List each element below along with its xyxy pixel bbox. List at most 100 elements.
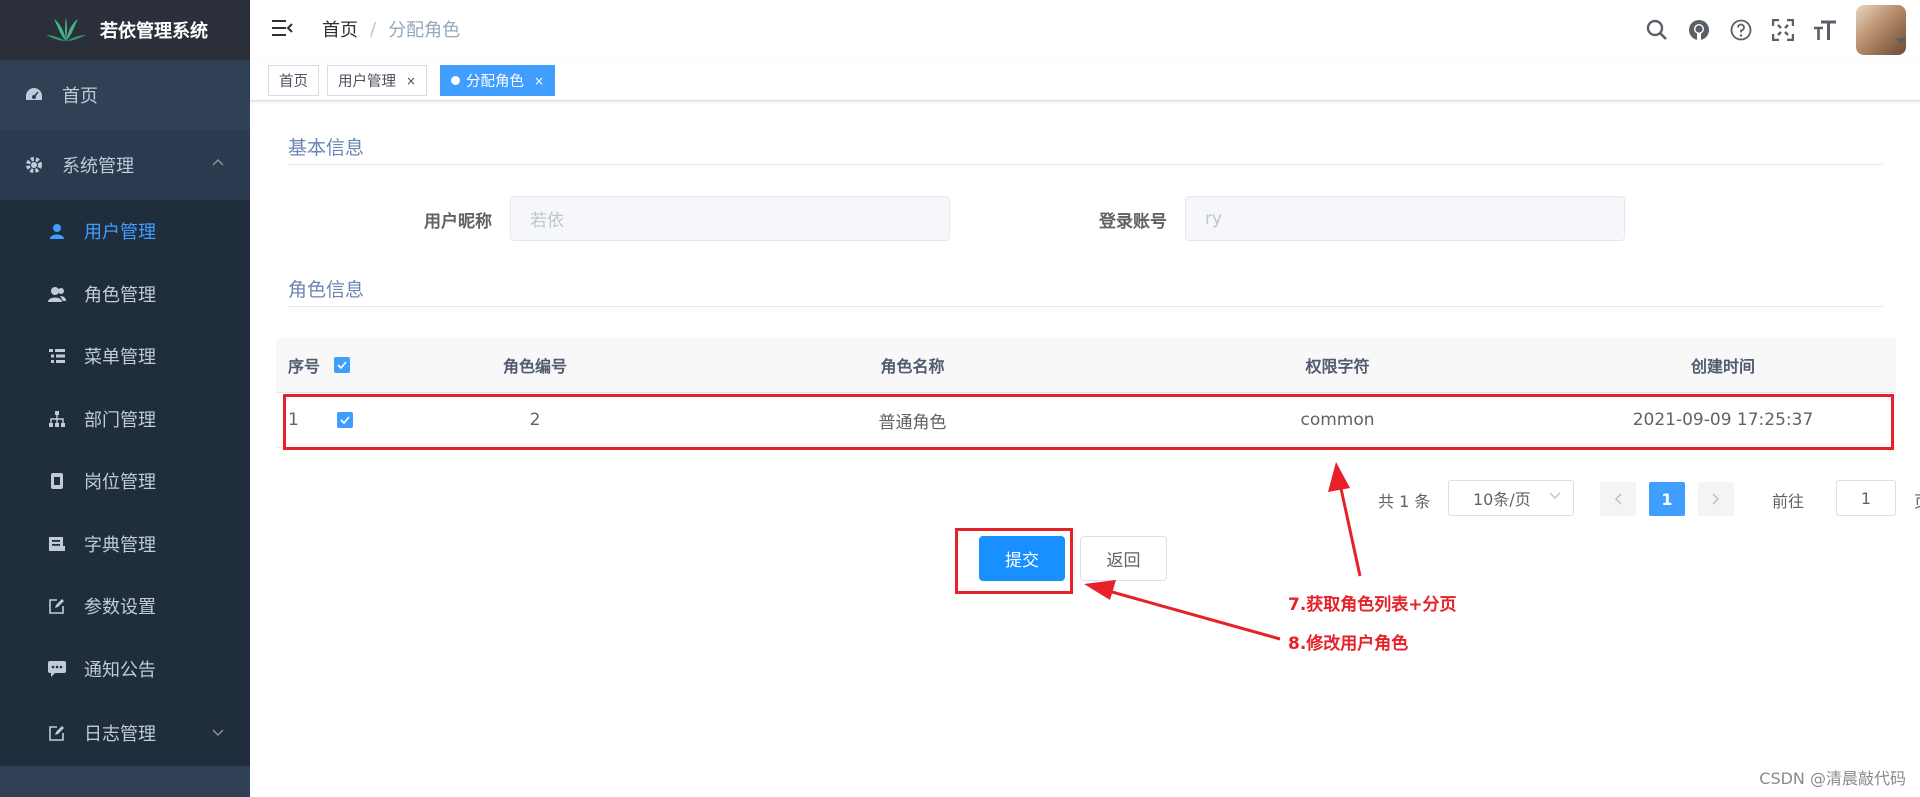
main-content: 基本信息 用户昵称 若依 登录账号 ry 角色信息 序号 角色编号 角色名称 权… xyxy=(250,102,1920,797)
next-page-button[interactable] xyxy=(1698,482,1734,516)
search-icon[interactable] xyxy=(1636,0,1678,60)
nickname-label: 用户昵称 xyxy=(424,212,492,232)
page-label: 页 xyxy=(1914,488,1920,512)
edit-icon xyxy=(48,597,66,615)
sidebar-item-system[interactable]: 系统管理 xyxy=(0,130,250,200)
account-input[interactable]: ry xyxy=(1185,196,1625,241)
sidebar-item-dict[interactable]: 字典管理 xyxy=(0,513,250,576)
sidebar-item-label: 用户管理 xyxy=(84,222,156,244)
page-size-select[interactable]: 10条/页 xyxy=(1448,480,1574,516)
app-title: 若依管理系统 xyxy=(100,21,208,42)
basic-info-title: 基本信息 xyxy=(288,137,365,159)
system-icon xyxy=(24,155,44,175)
sidebar-item-label: 通知公告 xyxy=(84,659,156,681)
annotation-arrow-8 xyxy=(1084,580,1281,641)
dashboard-icon xyxy=(24,85,44,105)
page-number-button[interactable]: 1 xyxy=(1649,482,1685,516)
sidebar-item-post[interactable]: 岗位管理 xyxy=(0,450,250,513)
page-size-value: 10条/页 xyxy=(1473,490,1531,509)
nickname-input[interactable]: 若依 xyxy=(510,196,950,241)
close-icon[interactable]: × xyxy=(534,74,544,88)
back-button[interactable]: 返回 xyxy=(1080,536,1167,581)
active-dot xyxy=(451,76,460,85)
sidebar-item-log[interactable]: 日志管理 xyxy=(0,700,250,766)
divider xyxy=(288,306,1883,307)
sidebar-item-label: 部门管理 xyxy=(84,409,156,431)
tag-label: 分配角色 xyxy=(466,74,524,90)
chevron-down-icon xyxy=(1549,492,1561,499)
navbar: 首页 / 分配角色 xyxy=(250,0,1920,60)
breadcrumb: 首页 / 分配角色 xyxy=(322,16,460,42)
select-all-checkbox[interactable] xyxy=(334,357,370,373)
tag-label: 用户管理 xyxy=(338,74,396,90)
caret-down-icon[interactable] xyxy=(1896,38,1906,44)
account-label: 登录账号 xyxy=(1099,212,1167,232)
role-info-title: 角色信息 xyxy=(288,279,365,301)
annotation-highlight-row xyxy=(283,394,1894,450)
peoples-icon xyxy=(48,285,66,303)
sidebar-item-user[interactable]: 用户管理 xyxy=(0,200,250,263)
sidebar-logo[interactable]: 若依管理系统 xyxy=(0,0,250,60)
right-menu xyxy=(1636,0,1920,60)
sidebar-item-notice[interactable]: 通知公告 xyxy=(0,638,250,701)
col-role-key: 权限字符 xyxy=(1305,357,1370,376)
dict-icon xyxy=(48,535,66,553)
sidebar-item-label: 首页 xyxy=(62,86,98,107)
breadcrumb-home[interactable]: 首页 xyxy=(322,16,358,42)
col-index: 序号 xyxy=(288,357,321,376)
avatar[interactable] xyxy=(1856,5,1906,55)
tree-icon xyxy=(48,410,66,428)
annotation-8: 8.修改用户角色 xyxy=(1288,634,1409,654)
post-icon xyxy=(48,472,66,490)
col-role-code: 角色编号 xyxy=(502,357,567,376)
sidebar-item-label: 参数设置 xyxy=(84,597,156,619)
sidebar: 若依管理系统 首页 系统管理 用户管理 角色管理 菜单管理 部门管理 岗位管理 … xyxy=(0,0,250,797)
sidebar-item-label: 岗位管理 xyxy=(84,472,156,494)
sidebar-item-label: 系统管理 xyxy=(62,156,134,177)
question-icon[interactable] xyxy=(1720,0,1762,60)
check-icon xyxy=(334,357,350,373)
prev-page-button[interactable] xyxy=(1600,482,1636,516)
table-header: 序号 角色编号 角色名称 权限字符 创建时间 xyxy=(276,338,1896,393)
sidebar-next-item[interactable] xyxy=(0,770,250,797)
sidebar-item-home[interactable]: 首页 xyxy=(0,60,250,130)
sidebar-item-label: 日志管理 xyxy=(84,724,156,745)
pagination-total: 共 1 条 xyxy=(1378,492,1431,511)
annotation-highlight-button xyxy=(955,528,1073,594)
tags-view: 首页 用户管理 × 分配角色 × xyxy=(250,60,1920,101)
sidebar-item-label: 菜单管理 xyxy=(84,347,156,369)
chevron-right-icon xyxy=(1712,493,1720,505)
col-create-time: 创建时间 xyxy=(1690,357,1755,376)
annotation-7: 7.获取角色列表+分页 xyxy=(1288,595,1457,615)
breadcrumb-current: 分配角色 xyxy=(388,20,461,41)
sidebar-item-config[interactable]: 参数设置 xyxy=(0,575,250,638)
github-icon[interactable] xyxy=(1678,0,1720,60)
hamburger-icon[interactable] xyxy=(270,16,294,40)
divider xyxy=(288,164,1883,165)
sidebar-item-dept[interactable]: 部门管理 xyxy=(0,388,250,451)
sidebar-item-role[interactable]: 角色管理 xyxy=(0,263,250,326)
tree-table-icon xyxy=(48,347,66,365)
tag-user-management[interactable]: 用户管理 × xyxy=(327,65,428,96)
watermark: CSDN @清晨敲代码 xyxy=(1759,769,1906,788)
goto-page-input[interactable]: 1 xyxy=(1836,480,1896,516)
sidebar-item-menu[interactable]: 菜单管理 xyxy=(0,325,250,388)
user-icon xyxy=(48,222,66,240)
chevron-down-icon xyxy=(212,729,224,736)
log-icon xyxy=(48,724,66,742)
font-size-icon[interactable] xyxy=(1804,0,1846,60)
chevron-left-icon xyxy=(1614,493,1622,505)
fullscreen-icon[interactable] xyxy=(1762,0,1804,60)
system-submenu: 用户管理 角色管理 菜单管理 部门管理 岗位管理 字典管理 参数设置 通知公告 xyxy=(0,200,250,766)
col-role-name: 角色名称 xyxy=(880,357,945,376)
tag-home[interactable]: 首页 xyxy=(268,65,319,96)
sidebar-item-label: 角色管理 xyxy=(84,284,156,306)
breadcrumb-separator: / xyxy=(370,18,377,40)
sidebar-item-label: 字典管理 xyxy=(84,534,156,556)
message-icon xyxy=(48,660,66,678)
close-icon[interactable]: × xyxy=(406,74,416,88)
pagination: 共 1 条 10条/页 1 前往 1 页 xyxy=(250,480,1920,518)
tag-assign-role[interactable]: 分配角色 × xyxy=(440,65,556,96)
goto-label: 前往 xyxy=(1772,492,1805,511)
chevron-up-icon xyxy=(212,159,224,166)
